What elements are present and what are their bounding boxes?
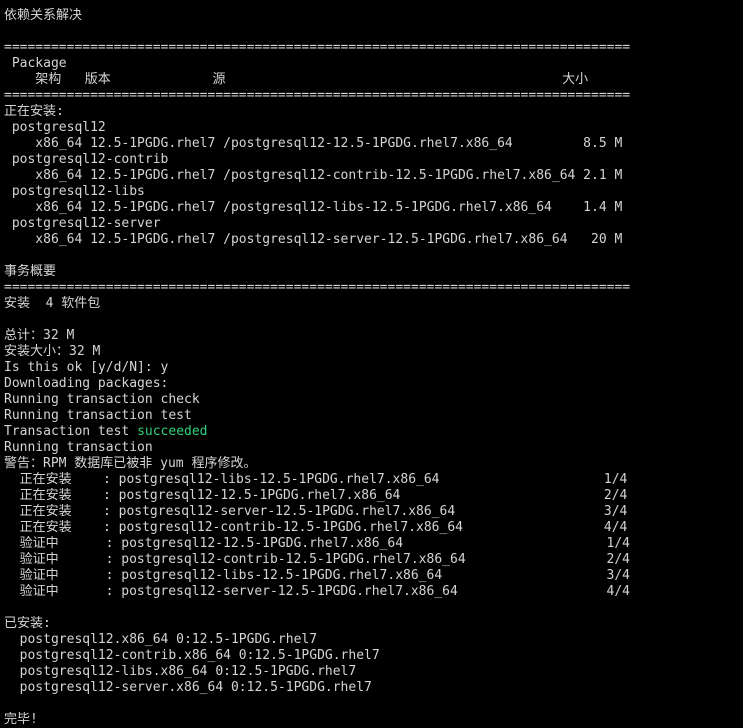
success-status: succeeded [137, 424, 208, 439]
confirm-prompt: Is this ok [y/d/N]: y [4, 360, 169, 375]
output-line: Running transaction [4, 440, 153, 455]
installed-package: postgresql12-contrib.x86_64 0:12.5-1PGDG… [4, 648, 380, 663]
separator-line: ========================================… [4, 40, 631, 55]
section-transaction-summary: 事务概要 [4, 264, 57, 279]
separator-line: ========================================… [4, 280, 631, 295]
package-name: postgresql12-libs [4, 184, 145, 199]
package-details: x86_64 12.5-1PGDG.rhel7 /postgresql12-se… [4, 232, 623, 247]
install-count: 安装 4 软件包 [4, 296, 101, 311]
total-size: 总计：32 M [4, 328, 75, 343]
package-name: postgresql12 [4, 120, 106, 135]
progress-line: 正在安装 : postgresql12-server-12.5-1PGDG.rh… [4, 504, 628, 519]
package-details: x86_64 12.5-1PGDG.rhel7 /postgresql12-co… [4, 168, 623, 183]
output-line: Downloading packages: [4, 376, 169, 391]
output-line: Running transaction test [4, 408, 192, 423]
section-installing: 正在安装: [4, 104, 64, 119]
table-header-columns: 架构 版本 源 大小 [4, 72, 589, 87]
verify-line: 验证中 : postgresql12-libs-12.5-1PGDG.rhel7… [4, 568, 630, 583]
warning-line: 警告：RPM 数据库已被非 yum 程序修改。 [4, 456, 257, 471]
output-line: 依赖关系解决 [4, 8, 83, 23]
progress-line: 正在安装 : postgresql12-12.5-1PGDG.rhel7.x86… [4, 488, 628, 503]
verify-line: 验证中 : postgresql12-server-12.5-1PGDG.rhe… [4, 584, 630, 599]
installed-package: postgresql12.x86_64 0:12.5-1PGDG.rhel7 [4, 632, 318, 647]
progress-line: 正在安装 : postgresql12-contrib-12.5-1PGDG.r… [4, 520, 628, 535]
terminal-output: 依赖关系解决 =================================… [0, 0, 743, 728]
installed-package: postgresql12-server.x86_64 0:12.5-1PGDG.… [4, 680, 372, 695]
installed-package: postgresql12-libs.x86_64 0:12.5-1PGDG.rh… [4, 664, 357, 679]
progress-line: 正在安装 : postgresql12-libs-12.5-1PGDG.rhel… [4, 472, 628, 487]
section-installed: 已安装: [4, 616, 51, 631]
package-name: postgresql12-contrib [4, 152, 169, 167]
package-details: x86_64 12.5-1PGDG.rhel7 /postgresql12-li… [4, 200, 623, 215]
transaction-test-label: Transaction test [4, 424, 138, 439]
table-header-package: Package [4, 56, 67, 71]
output-line: Running transaction check [4, 392, 200, 407]
installed-size: 安装大小：32 M [4, 344, 101, 359]
separator-line: ========================================… [4, 88, 631, 103]
verify-line: 验证中 : postgresql12-12.5-1PGDG.rhel7.x86_… [4, 536, 630, 551]
transaction-test-line: Transaction test succeeded [4, 424, 743, 440]
completion-message: 完毕! [4, 712, 38, 727]
package-name: postgresql12-server [4, 216, 161, 231]
package-details: x86_64 12.5-1PGDG.rhel7 /postgresql12-12… [4, 136, 623, 151]
verify-line: 验证中 : postgresql12-contrib-12.5-1PGDG.rh… [4, 552, 630, 567]
